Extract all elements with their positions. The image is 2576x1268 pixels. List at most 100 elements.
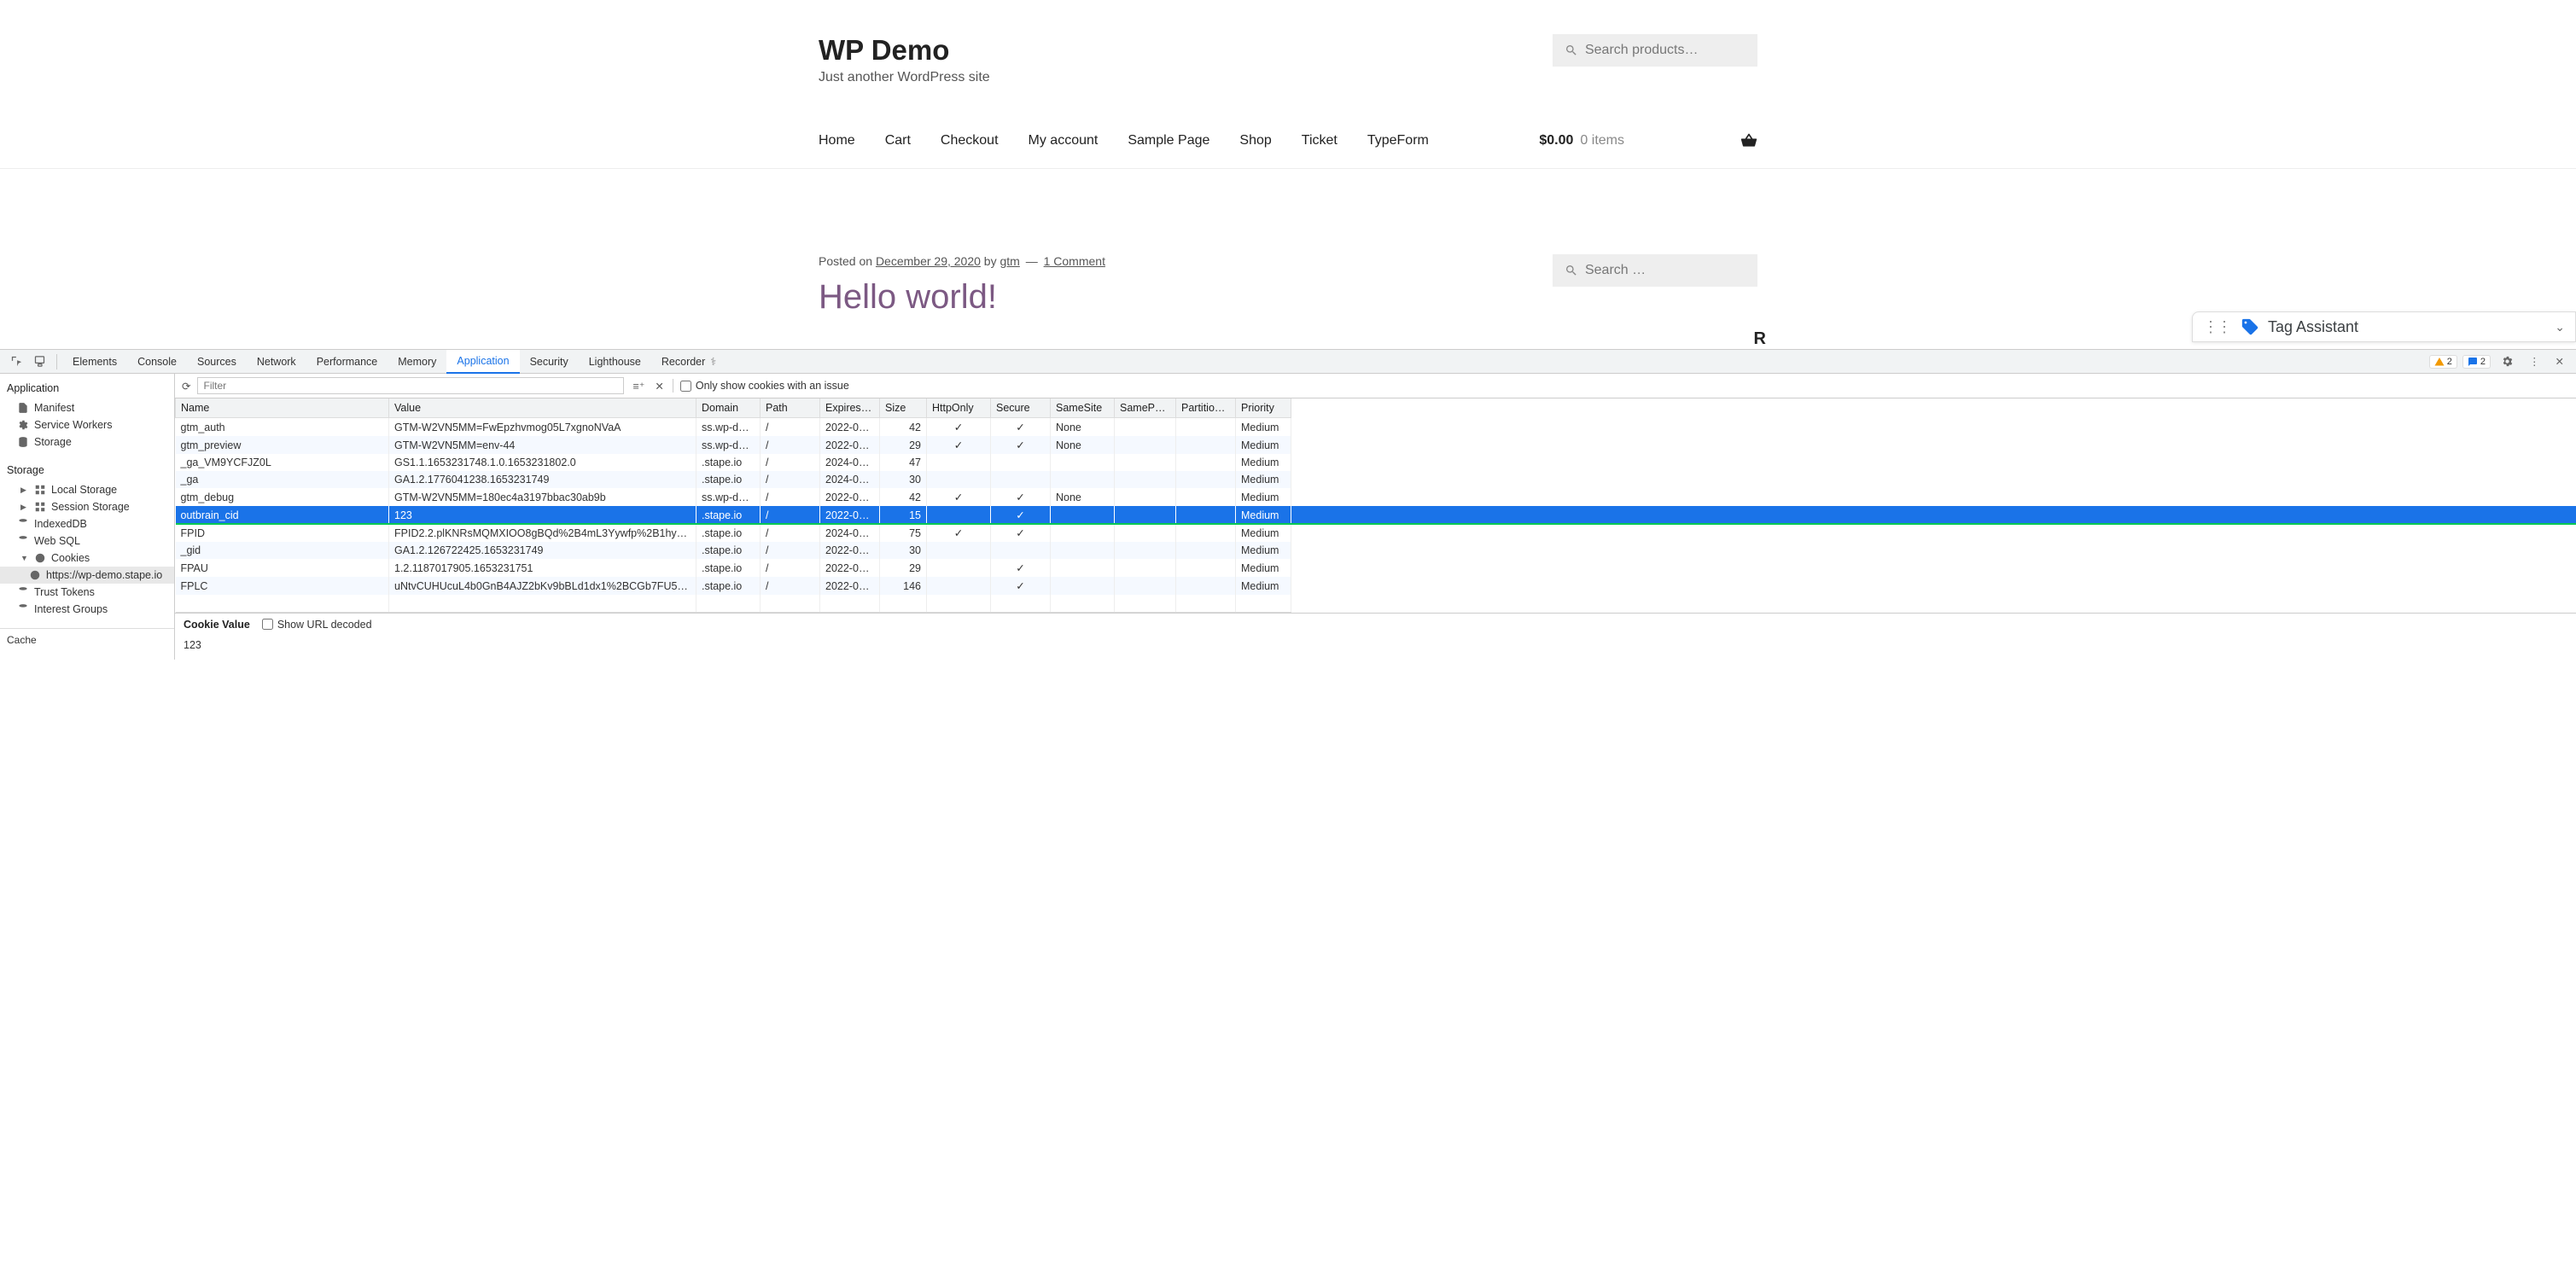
nav-link[interactable]: Checkout [941, 133, 999, 148]
sidebar-item-indexeddb[interactable]: IndexedDB [0, 515, 174, 532]
table-row[interactable]: FPLCuNtvCUHUcuL4b0GnB4AJZ2bKv9bBLd1dx1%2… [176, 577, 2576, 595]
table-row[interactable]: outbrain_cid123.stape.io/2022-06-…15✓Med… [176, 506, 2576, 524]
database-icon [17, 436, 29, 448]
device-toolbar-icon[interactable] [28, 355, 51, 368]
table-header[interactable]: SameParty [1115, 398, 1176, 418]
table-row[interactable]: _gaGA1.2.1776041238.1653231749.stape.io/… [176, 471, 2576, 488]
devtools-tab[interactable]: Elements [62, 350, 127, 374]
show-url-decoded-checkbox[interactable]: Show URL decoded [262, 619, 372, 631]
cookie-detail-bar: Cookie Value Show URL decoded [175, 613, 2576, 636]
table-header[interactable]: Size [880, 398, 927, 418]
table-header[interactable]: Secure [991, 398, 1051, 418]
search-products-box[interactable] [1553, 34, 1757, 67]
stray-letter: R [1754, 329, 1766, 349]
devtools-tab[interactable]: Application [446, 350, 519, 374]
gear-icon[interactable] [2496, 355, 2519, 368]
messages-pill[interactable]: 2 [2462, 355, 2491, 369]
table-header[interactable]: SameSite [1051, 398, 1115, 418]
triangle-right-icon: ▶ [20, 503, 29, 512]
site-title: WP Demo [819, 34, 990, 67]
triangle-down-icon: ▼ [20, 554, 29, 562]
devtools-tab[interactable]: Sources [187, 350, 247, 374]
devtools-tab[interactable]: Lighthouse [579, 350, 651, 374]
post-date-link[interactable]: December 29, 2020 [876, 254, 981, 268]
gear-icon [17, 419, 29, 431]
devtools-tab[interactable]: Network [247, 350, 306, 374]
sidebar-item-storage-overview[interactable]: Storage [0, 433, 174, 451]
table-row[interactable]: _gidGA1.2.126722425.1653231749.stape.io/… [176, 542, 2576, 559]
sidebar-group-application: Application [0, 377, 174, 399]
sidebar-item-service-workers[interactable]: Service Workers [0, 416, 174, 433]
warnings-pill[interactable]: 2 [2429, 355, 2457, 369]
search-posts-input[interactable] [1585, 263, 1746, 278]
table-header[interactable]: Value [389, 398, 696, 418]
devtools-tab[interactable]: Security [520, 350, 579, 374]
basket-icon[interactable] [1740, 132, 1757, 149]
sidebar-item-local-storage[interactable]: ▶Local Storage [0, 481, 174, 498]
sidebar-item-websql[interactable]: Web SQL [0, 532, 174, 550]
devtools-tab[interactable]: Performance [306, 350, 388, 374]
close-icon[interactable]: ✕ [2550, 355, 2569, 368]
cookie-value-label: Cookie Value [184, 619, 250, 631]
tag-assistant-icon [2241, 317, 2259, 336]
devtools-tab[interactable]: Console [127, 350, 187, 374]
devtools-tab[interactable]: Recorder [651, 350, 715, 374]
sidebar-item-manifest[interactable]: Manifest [0, 399, 174, 416]
table-row[interactable]: _ga_VM9YCFJZ0LGS1.1.1653231748.1.0.16532… [176, 454, 2576, 471]
table-header[interactable]: Priority [1236, 398, 1291, 418]
nav-link[interactable]: Ticket [1302, 133, 1338, 148]
nav-link[interactable]: Home [819, 133, 855, 148]
table-row[interactable]: FPIDFPID2.2.plKNRsMQMXIOO8gBQd%2B4mL3Yyw… [176, 524, 2576, 542]
table-header[interactable]: Domain [696, 398, 761, 418]
post-author-link[interactable]: gtm [1000, 254, 1019, 268]
drag-grip-icon[interactable]: ⋮⋮ [2203, 318, 2230, 336]
table-header[interactable]: HttpOnly [927, 398, 991, 418]
tag-assistant-label: Tag Assistant [2268, 318, 2358, 336]
sidebar-group-cache: Cache [0, 628, 174, 651]
site-tagline: Just another WordPress site [819, 70, 990, 85]
refresh-icon[interactable]: ⟳ [182, 380, 190, 393]
table-row[interactable]: gtm_previewGTM-W2VN5MM=env-44ss.wp-de…/2… [176, 436, 2576, 454]
table-header[interactable]: Name [176, 398, 389, 418]
sidebar-cookie-origin[interactable]: https://wp-demo.stape.io [0, 567, 174, 584]
post-comments-link[interactable]: 1 Comment [1044, 254, 1105, 268]
filter-options-icon[interactable]: ≡⁺ [631, 380, 646, 393]
search-posts-box[interactable] [1553, 254, 1757, 287]
table-row-empty [176, 595, 2576, 612]
sidebar-item-interest-groups[interactable]: Interest Groups [0, 601, 174, 618]
post-meta: Posted on December 29, 2020 by gtm — 1 C… [819, 254, 1105, 268]
clear-icon[interactable]: ✕ [653, 380, 665, 393]
nav-link[interactable]: Shop [1239, 133, 1271, 148]
sidebar-item-trust-tokens[interactable]: Trust Tokens [0, 584, 174, 601]
table-row[interactable]: FPAU1.2.1187017905.1653231751.stape.io/2… [176, 559, 2576, 577]
nav-link[interactable]: Sample Page [1128, 133, 1209, 148]
devtools-tab[interactable]: Memory [388, 350, 446, 374]
cookie-icon [34, 552, 46, 564]
triangle-right-icon: ▶ [20, 486, 29, 495]
table-header[interactable]: Path [761, 398, 820, 418]
cookies-filter-input[interactable] [197, 377, 624, 394]
file-icon [17, 402, 29, 414]
sidebar-item-cookies[interactable]: ▼Cookies [0, 550, 174, 567]
recorder-beta-icon: ⚕ [710, 355, 716, 368]
post-title[interactable]: Hello world! [819, 278, 1105, 317]
table-header[interactable]: Expires / … [820, 398, 880, 418]
sidebar-item-session-storage[interactable]: ▶Session Storage [0, 498, 174, 515]
nav-link[interactable]: My account [1029, 133, 1099, 148]
only-issue-checkbox[interactable]: Only show cookies with an issue [680, 380, 849, 392]
tag-assistant-panel[interactable]: ⋮⋮ Tag Assistant ⌄ [2192, 311, 2576, 342]
table-row[interactable]: gtm_authGTM-W2VN5MM=FwEpzhvmog05L7xgnoNV… [176, 418, 2576, 437]
devtools-panel: ElementsConsoleSourcesNetworkPerformance… [0, 349, 2576, 660]
kebab-menu-icon[interactable]: ⋮ [2524, 355, 2545, 368]
cookies-table: NameValueDomainPathExpires / …SizeHttpOn… [175, 398, 2576, 613]
table-row[interactable]: gtm_debugGTM-W2VN5MM=180ec4a3197bbac30ab… [176, 488, 2576, 506]
inspect-element-icon[interactable] [5, 355, 28, 368]
nav-link[interactable]: TypeForm [1367, 133, 1429, 148]
database-icon [17, 603, 29, 615]
grid-icon [34, 484, 46, 496]
nav-link[interactable]: Cart [885, 133, 911, 148]
search-products-input[interactable] [1585, 43, 1746, 58]
table-header[interactable]: Partition … [1176, 398, 1236, 418]
chevron-collapse-icon[interactable]: ⌄ [2555, 320, 2565, 334]
devtools-tabbar: ElementsConsoleSourcesNetworkPerformance… [0, 350, 2576, 374]
